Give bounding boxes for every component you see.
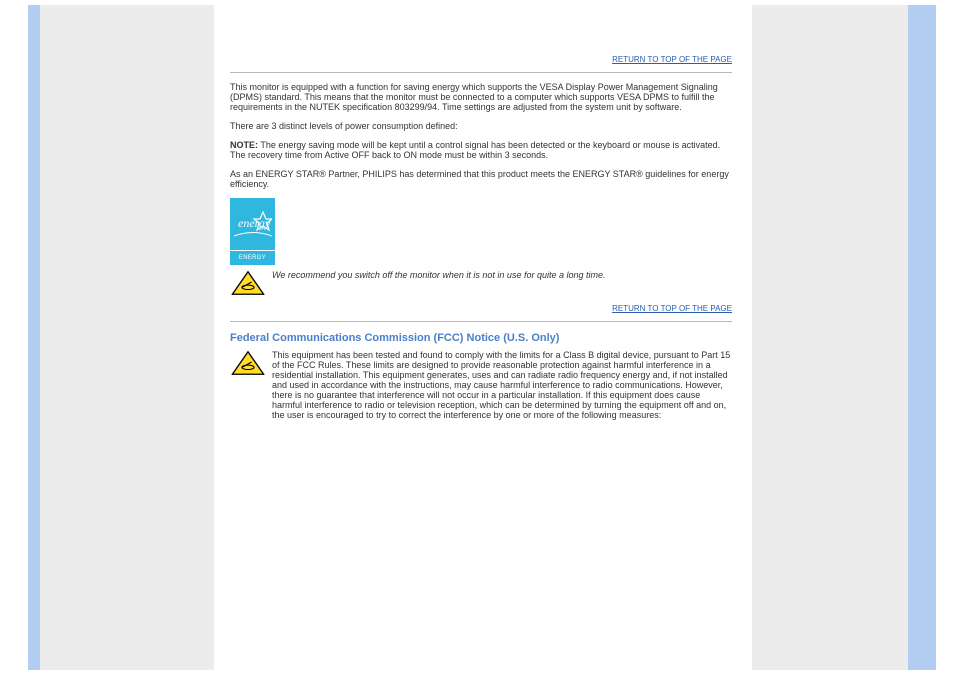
warning-triangle-icon — [230, 270, 266, 296]
return-to-top-link[interactable]: RETURN TO TOP OF THE PAGE — [230, 304, 732, 313]
energy-star-compliance: As an ENERGY STAR® Partner, PHILIPS has … — [230, 169, 732, 189]
document-page: RETURN TO TOP OF THE PAGE This monitor i… — [0, 0, 954, 675]
energy-star-label: ENERGY STAR — [230, 250, 275, 265]
decorative-bar-right — [908, 5, 936, 670]
return-to-top-link[interactable]: RETURN TO TOP OF THE PAGE — [230, 55, 732, 64]
main-content: RETURN TO TOP OF THE PAGE This monitor i… — [214, 5, 752, 670]
switch-off-recommendation: We recommend you switch off the monitor … — [272, 270, 732, 280]
warning-triangle-icon — [230, 350, 266, 376]
right-margin-panel — [752, 5, 908, 670]
decorative-bar-left — [28, 5, 40, 670]
fcc-section-title: Federal Communications Commission (FCC) … — [230, 332, 732, 344]
power-mgmt-note: NOTE: The energy saving mode will be kep… — [230, 140, 732, 160]
power-mgmt-levels: There are 3 distinct levels of power con… — [230, 121, 732, 131]
section-divider — [230, 72, 732, 73]
note-body: The energy saving mode will be kept unti… — [230, 140, 720, 160]
energy-star-icon: energy ENERGY STAR — [230, 198, 275, 264]
energy-star-logo-svg: energy — [234, 209, 272, 239]
sidebar-panel — [40, 5, 214, 670]
fcc-notice-text: This equipment has been tested and found… — [272, 350, 732, 420]
power-mgmt-intro: This monitor is equipped with a function… — [230, 82, 732, 112]
note-label: NOTE: — [230, 140, 258, 150]
section-divider — [230, 321, 732, 322]
